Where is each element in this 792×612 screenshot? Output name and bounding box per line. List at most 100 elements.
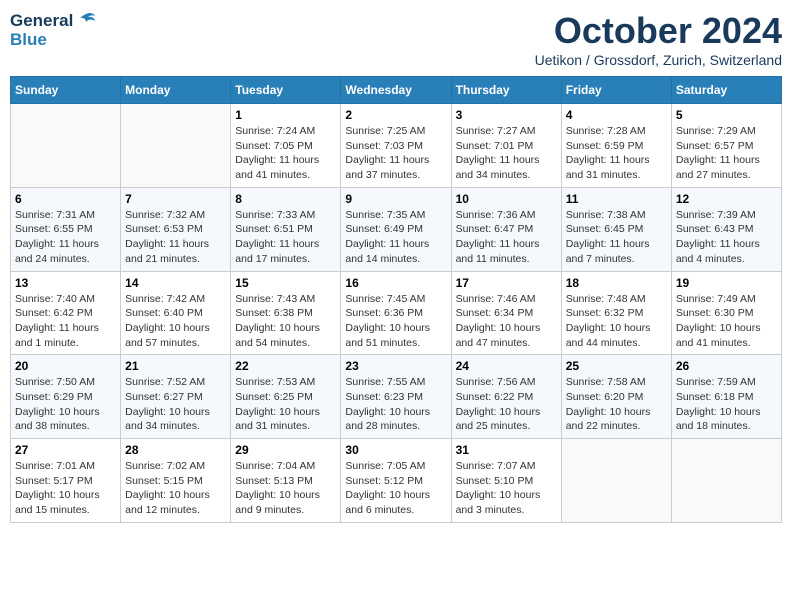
day-number: 24 bbox=[456, 359, 557, 373]
day-number: 16 bbox=[345, 276, 446, 290]
month-title: October 2024 bbox=[535, 10, 782, 52]
calendar-cell: 11 Sunrise: 7:38 AM Sunset: 6:45 PM Dayli… bbox=[561, 187, 671, 271]
day-info: Sunrise: 7:55 AM Sunset: 6:23 PM Dayligh… bbox=[345, 375, 446, 434]
calendar-cell: 8 Sunrise: 7:33 AM Sunset: 6:51 PM Daylig… bbox=[231, 187, 341, 271]
calendar-cell: 25 Sunrise: 7:58 AM Sunset: 6:20 PM Dayli… bbox=[561, 355, 671, 439]
day-number: 9 bbox=[345, 192, 446, 206]
day-info: Sunrise: 7:29 AM Sunset: 6:57 PM Dayligh… bbox=[676, 124, 777, 183]
day-number: 7 bbox=[125, 192, 226, 206]
day-info: Sunrise: 7:35 AM Sunset: 6:49 PM Dayligh… bbox=[345, 208, 446, 267]
day-number: 27 bbox=[15, 443, 116, 457]
weekday-header: Tuesday bbox=[231, 77, 341, 104]
calendar-cell: 26 Sunrise: 7:59 AM Sunset: 6:18 PM Dayli… bbox=[671, 355, 781, 439]
weekday-header: Friday bbox=[561, 77, 671, 104]
day-number: 22 bbox=[235, 359, 336, 373]
day-info: Sunrise: 7:33 AM Sunset: 6:51 PM Dayligh… bbox=[235, 208, 336, 267]
weekday-header: Saturday bbox=[671, 77, 781, 104]
calendar-cell: 3 Sunrise: 7:27 AM Sunset: 7:01 PM Daylig… bbox=[451, 104, 561, 188]
calendar-cell: 13 Sunrise: 7:40 AM Sunset: 6:42 PM Dayli… bbox=[11, 271, 121, 355]
day-info: Sunrise: 7:59 AM Sunset: 6:18 PM Dayligh… bbox=[676, 375, 777, 434]
day-info: Sunrise: 7:32 AM Sunset: 6:53 PM Dayligh… bbox=[125, 208, 226, 267]
day-number: 20 bbox=[15, 359, 116, 373]
calendar-cell: 17 Sunrise: 7:46 AM Sunset: 6:34 PM Dayli… bbox=[451, 271, 561, 355]
day-number: 23 bbox=[345, 359, 446, 373]
day-number: 12 bbox=[676, 192, 777, 206]
day-info: Sunrise: 7:36 AM Sunset: 6:47 PM Dayligh… bbox=[456, 208, 557, 267]
calendar-cell: 31 Sunrise: 7:07 AM Sunset: 5:10 PM Dayli… bbox=[451, 439, 561, 523]
day-info: Sunrise: 7:52 AM Sunset: 6:27 PM Dayligh… bbox=[125, 375, 226, 434]
day-info: Sunrise: 7:05 AM Sunset: 5:12 PM Dayligh… bbox=[345, 459, 446, 518]
calendar-cell: 24 Sunrise: 7:56 AM Sunset: 6:22 PM Dayli… bbox=[451, 355, 561, 439]
calendar-cell: 15 Sunrise: 7:43 AM Sunset: 6:38 PM Dayli… bbox=[231, 271, 341, 355]
logo-blue: Blue bbox=[10, 30, 97, 50]
day-number: 31 bbox=[456, 443, 557, 457]
logo: General Blue bbox=[10, 10, 97, 50]
location-title: Uetikon / Grossdorf, Zurich, Switzerland bbox=[535, 52, 782, 68]
day-number: 13 bbox=[15, 276, 116, 290]
day-number: 6 bbox=[15, 192, 116, 206]
day-number: 3 bbox=[456, 108, 557, 122]
day-number: 5 bbox=[676, 108, 777, 122]
day-info: Sunrise: 7:31 AM Sunset: 6:55 PM Dayligh… bbox=[15, 208, 116, 267]
day-number: 25 bbox=[566, 359, 667, 373]
calendar-cell: 27 Sunrise: 7:01 AM Sunset: 5:17 PM Dayli… bbox=[11, 439, 121, 523]
day-number: 18 bbox=[566, 276, 667, 290]
day-info: Sunrise: 7:40 AM Sunset: 6:42 PM Dayligh… bbox=[15, 292, 116, 351]
day-number: 21 bbox=[125, 359, 226, 373]
calendar-cell bbox=[11, 104, 121, 188]
day-number: 17 bbox=[456, 276, 557, 290]
day-number: 4 bbox=[566, 108, 667, 122]
calendar-cell bbox=[121, 104, 231, 188]
calendar-cell: 20 Sunrise: 7:50 AM Sunset: 6:29 PM Dayli… bbox=[11, 355, 121, 439]
day-info: Sunrise: 7:07 AM Sunset: 5:10 PM Dayligh… bbox=[456, 459, 557, 518]
calendar-cell: 5 Sunrise: 7:29 AM Sunset: 6:57 PM Daylig… bbox=[671, 104, 781, 188]
day-info: Sunrise: 7:43 AM Sunset: 6:38 PM Dayligh… bbox=[235, 292, 336, 351]
day-info: Sunrise: 7:01 AM Sunset: 5:17 PM Dayligh… bbox=[15, 459, 116, 518]
day-number: 15 bbox=[235, 276, 336, 290]
day-number: 26 bbox=[676, 359, 777, 373]
calendar-cell: 18Sunrise: 7:48 AM Sunset: 6:32 PM Dayli… bbox=[561, 271, 671, 355]
calendar-cell: 21 Sunrise: 7:52 AM Sunset: 6:27 PM Dayli… bbox=[121, 355, 231, 439]
day-number: 11 bbox=[566, 192, 667, 206]
day-info: Sunrise: 7:28 AM Sunset: 6:59 PM Dayligh… bbox=[566, 124, 667, 183]
day-info: Sunrise: 7:27 AM Sunset: 7:01 PM Dayligh… bbox=[456, 124, 557, 183]
weekday-header: Thursday bbox=[451, 77, 561, 104]
calendar-cell: 14 Sunrise: 7:42 AM Sunset: 6:40 PM Dayli… bbox=[121, 271, 231, 355]
calendar-header: SundayMondayTuesdayWednesdayThursdayFrid… bbox=[11, 77, 782, 104]
day-info: Sunrise: 7:42 AM Sunset: 6:40 PM Dayligh… bbox=[125, 292, 226, 351]
day-number: 29 bbox=[235, 443, 336, 457]
day-info: Sunrise: 7:53 AM Sunset: 6:25 PM Dayligh… bbox=[235, 375, 336, 434]
calendar-cell: 10 Sunrise: 7:36 AM Sunset: 6:47 PM Dayli… bbox=[451, 187, 561, 271]
calendar-cell bbox=[561, 439, 671, 523]
day-info: Sunrise: 7:56 AM Sunset: 6:22 PM Dayligh… bbox=[456, 375, 557, 434]
calendar-cell: 12Sunrise: 7:39 AM Sunset: 6:43 PM Dayli… bbox=[671, 187, 781, 271]
title-section: October 2024 Uetikon / Grossdorf, Zurich… bbox=[535, 10, 782, 68]
calendar-cell: 19 Sunrise: 7:49 AM Sunset: 6:30 PM Dayli… bbox=[671, 271, 781, 355]
day-number: 10 bbox=[456, 192, 557, 206]
day-info: Sunrise: 7:38 AM Sunset: 6:45 PM Dayligh… bbox=[566, 208, 667, 267]
calendar-cell bbox=[671, 439, 781, 523]
day-info: Sunrise: 7:58 AM Sunset: 6:20 PM Dayligh… bbox=[566, 375, 667, 434]
calendar-cell: 1 Sunrise: 7:24 AM Sunset: 7:05 PM Daylig… bbox=[231, 104, 341, 188]
day-info: Sunrise: 7:49 AM Sunset: 6:30 PM Dayligh… bbox=[676, 292, 777, 351]
weekday-header: Monday bbox=[121, 77, 231, 104]
day-info: Sunrise: 7:50 AM Sunset: 6:29 PM Dayligh… bbox=[15, 375, 116, 434]
day-info: Sunrise: 7:24 AM Sunset: 7:05 PM Dayligh… bbox=[235, 124, 336, 183]
day-number: 1 bbox=[235, 108, 336, 122]
calendar-cell: 28 Sunrise: 7:02 AM Sunset: 5:15 PM Dayli… bbox=[121, 439, 231, 523]
day-number: 19 bbox=[676, 276, 777, 290]
weekday-header: Wednesday bbox=[341, 77, 451, 104]
day-number: 2 bbox=[345, 108, 446, 122]
day-number: 28 bbox=[125, 443, 226, 457]
day-info: Sunrise: 7:25 AM Sunset: 7:03 PM Dayligh… bbox=[345, 124, 446, 183]
weekday-header: Sunday bbox=[11, 77, 121, 104]
calendar-cell: 30Sunrise: 7:05 AM Sunset: 5:12 PM Dayli… bbox=[341, 439, 451, 523]
day-number: 8 bbox=[235, 192, 336, 206]
day-info: Sunrise: 7:46 AM Sunset: 6:34 PM Dayligh… bbox=[456, 292, 557, 351]
calendar-cell: 6 Sunrise: 7:31 AM Sunset: 6:55 PM Daylig… bbox=[11, 187, 121, 271]
day-info: Sunrise: 7:02 AM Sunset: 5:15 PM Dayligh… bbox=[125, 459, 226, 518]
logo-bird-icon bbox=[75, 10, 97, 32]
calendar-cell: 7 Sunrise: 7:32 AM Sunset: 6:53 PM Daylig… bbox=[121, 187, 231, 271]
calendar-cell: 22 Sunrise: 7:53 AM Sunset: 6:25 PM Dayli… bbox=[231, 355, 341, 439]
day-number: 14 bbox=[125, 276, 226, 290]
